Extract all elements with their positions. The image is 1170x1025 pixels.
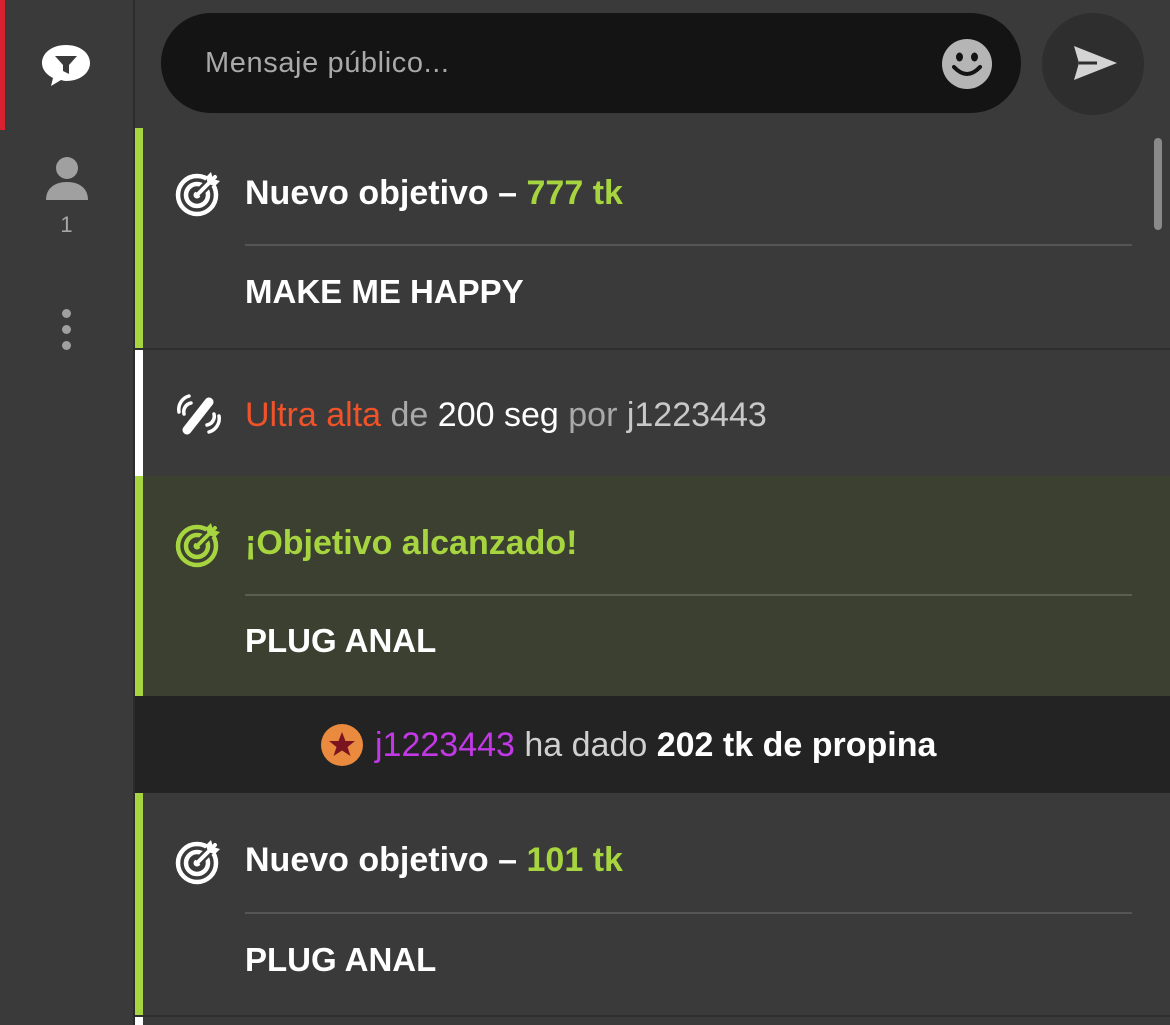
feed-scrollbar[interactable] <box>1154 138 1162 230</box>
vibration-duration: 200 seg <box>437 396 559 434</box>
tip-amount: 202 tk de propina <box>656 726 937 764</box>
user-icon <box>46 157 88 200</box>
target-icon <box>175 522 221 568</box>
send-button[interactable] <box>1042 13 1144 115</box>
smiley-icon[interactable] <box>941 38 993 90</box>
divider <box>245 244 1132 246</box>
goal-message: Nuevo objetivo – 777 tk MAKE ME HAPPY <box>135 128 1170 348</box>
goal-name: PLUG ANAL <box>245 941 437 978</box>
sidebar-item-chat[interactable] <box>0 0 133 130</box>
tip-action: ha dado <box>524 726 648 764</box>
vibration-text: Ultra alta de 200 seg por j1223443 <box>245 396 767 435</box>
vibration-por: por <box>568 396 618 434</box>
vibration-de: de <box>390 396 429 434</box>
goal-message: Nuevo objetivo – 101 tk PLUG ANAL <box>135 793 1170 1025</box>
goal-name: MAKE ME HAPPY <box>245 273 524 310</box>
star-badge-icon <box>321 724 363 766</box>
target-icon <box>175 839 221 885</box>
goal-amount: 777 tk <box>526 174 623 212</box>
goal-name: PLUG ANAL <box>245 622 437 659</box>
message-placeholder: Mensaje público... <box>205 47 450 79</box>
goal-title: Nuevo objetivo – 777 tk <box>245 174 623 213</box>
chat-bubble-icon <box>42 45 90 86</box>
vibration-level: Ultra alta <box>245 396 382 434</box>
goal-title: Nuevo objetivo – 101 tk <box>245 841 623 880</box>
tip-message: j1223443 ha dado 202 tk de propina <box>135 696 1170 793</box>
divider <box>245 594 1132 596</box>
tip-text: j1223443 ha dado 202 tk de propina <box>375 726 936 765</box>
vibration-icon <box>177 394 221 435</box>
goal-title-prefix: Nuevo objetivo – <box>245 841 518 879</box>
tip-user[interactable]: j1223443 <box>375 726 515 764</box>
vibration-user[interactable]: j1223443 <box>627 396 767 434</box>
active-indicator <box>0 0 5 130</box>
sidebar: 1 <box>0 0 135 1025</box>
divider <box>245 912 1132 914</box>
vibration-message: Ultra alta de 200 seg por j1223443 <box>135 348 1170 478</box>
goal-reached-message: ¡Objetivo alcanzado! PLUG ANAL <box>135 476 1170 696</box>
target-icon <box>175 171 221 217</box>
public-message-input[interactable]: Mensaje público... <box>161 13 1021 113</box>
more-vertical-icon[interactable] <box>50 305 82 355</box>
users-count: 1 <box>60 212 73 237</box>
goal-title-prefix: Nuevo objetivo – <box>245 174 518 212</box>
chat-feed: Nuevo objetivo – 777 tk MAKE ME HAPPY Ul… <box>135 128 1170 1025</box>
composer: Mensaje público... <box>135 0 1170 128</box>
goal-amount: 101 tk <box>526 841 623 879</box>
goal-reached-title: ¡Objetivo alcanzado! <box>245 524 578 562</box>
send-icon <box>1074 46 1117 80</box>
sidebar-item-users[interactable]: 1 <box>0 150 133 240</box>
